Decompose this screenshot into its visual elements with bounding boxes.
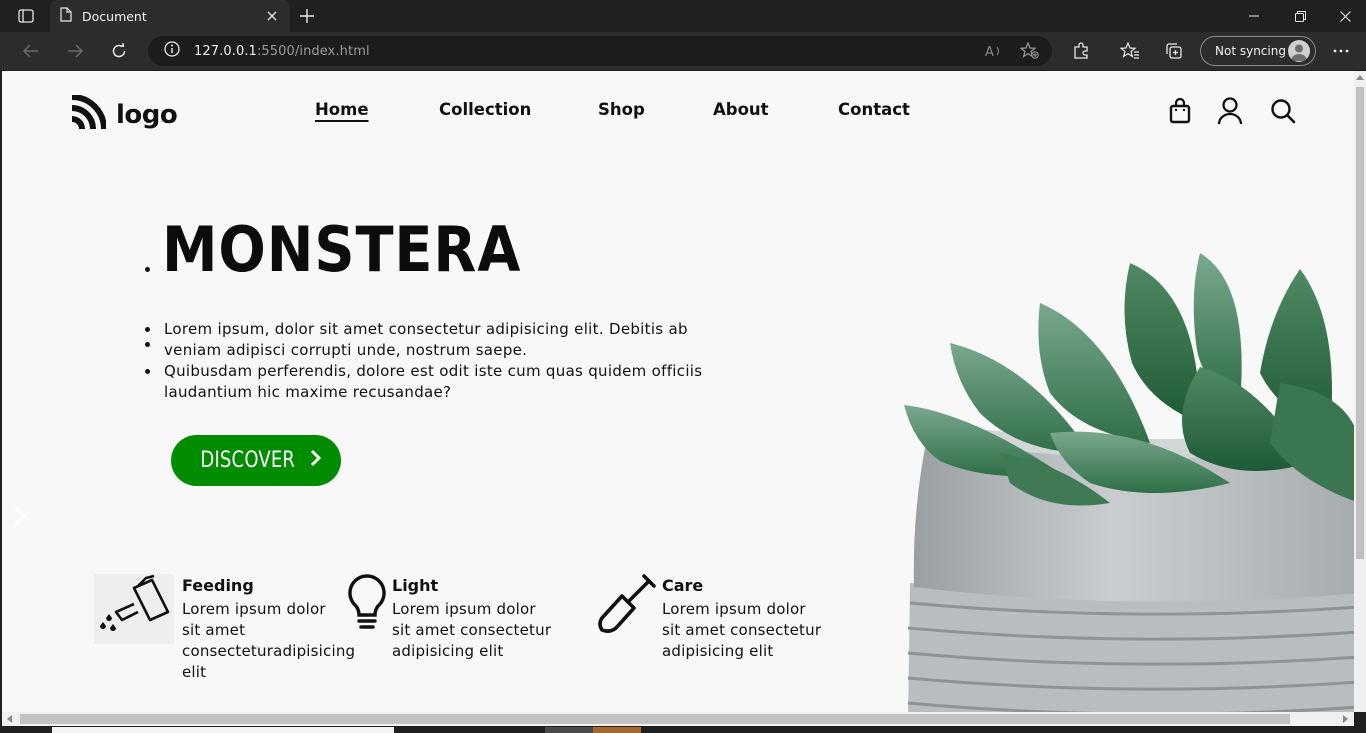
favorites-icon[interactable] (1119, 41, 1141, 61)
search-icon[interactable] (1268, 96, 1298, 126)
hero-title: MONSTERA (162, 213, 522, 286)
scroll-left-arrow-icon[interactable] (7, 715, 12, 723)
profile-sync-button[interactable]: Not syncing (1200, 36, 1316, 66)
hero-line-1: Lorem ipsum, dolor sit amet consectetur … (164, 320, 688, 338)
minimize-icon[interactable] (1231, 0, 1277, 32)
logo-rss-icon (70, 94, 107, 135)
feature-text-feeding: Lorem ipsum dolor sit amet consecteturad… (182, 599, 355, 683)
scroll-up-arrow-icon[interactable] (1356, 75, 1364, 80)
slider-next-arrow-icon[interactable] (10, 503, 28, 529)
feature-line: Lorem ipsum dolor (182, 600, 326, 618)
scroll-right-arrow-icon[interactable] (1343, 715, 1348, 723)
feature-text-care: Lorem ipsum dolor sit amet consectetur a… (662, 599, 821, 662)
logo-text: logo (116, 100, 178, 130)
horizontal-scroll-thumb[interactable] (20, 714, 1290, 724)
vertical-scroll-thumb[interactable] (1356, 87, 1364, 559)
watering-can-icon (94, 574, 174, 644)
feature-line: sit amet consectetur (392, 621, 552, 639)
discover-label: DISCOVER (200, 448, 296, 473)
feature-text-light: Lorem ipsum dolor sit amet consectetur a… (392, 599, 551, 662)
address-bar[interactable]: 127.0.0.1:5500/index.html A (148, 36, 1052, 66)
back-icon[interactable] (17, 38, 45, 64)
add-favorite-icon[interactable] (1020, 42, 1040, 60)
svg-text:A: A (985, 45, 994, 59)
list-bullet (145, 342, 150, 347)
nav-collection[interactable]: Collection (439, 100, 531, 119)
feature-line: sit amet consectetur (662, 621, 822, 639)
chevron-right-icon (310, 448, 322, 473)
site-logo[interactable]: logo (70, 94, 178, 135)
nav-contact[interactable]: Contact (838, 100, 910, 119)
feature-line: consecteturadipisicing (182, 642, 356, 660)
site-info-icon[interactable] (164, 41, 180, 61)
url-host: 127.0.0.1 (194, 43, 257, 59)
hero-line-2: veniam adipisci corrupti unde, nostrum s… (164, 341, 528, 359)
hero-line-3: Quibusdam perferendis, dolore est odit i… (164, 362, 703, 380)
succulent-pot-image (904, 253, 1354, 712)
feature-line: Lorem ipsum dolor (392, 600, 536, 618)
nav-home[interactable]: Home (315, 100, 369, 119)
sync-label: Not syncing (1215, 44, 1286, 58)
feature-line: elit (182, 663, 207, 681)
new-tab-icon[interactable] (296, 6, 318, 26)
feature-title-light: Light (392, 576, 439, 595)
nav-about[interactable]: About (713, 100, 769, 119)
shovel-icon (596, 572, 658, 640)
feature-line: adipisicing elit (392, 642, 504, 660)
user-icon[interactable] (1215, 96, 1245, 126)
vertical-scrollbar[interactable] (1354, 71, 1366, 712)
discover-button[interactable]: DISCOVER (171, 435, 341, 486)
feature-line: adipisicing elit (662, 642, 774, 660)
more-menu-icon[interactable] (1330, 41, 1352, 61)
taskbar-edge (0, 726, 1366, 733)
shopping-bag-icon[interactable] (1165, 96, 1195, 126)
feature-title-feeding: Feeding (182, 576, 254, 595)
forward-icon[interactable] (61, 38, 89, 64)
close-window-icon[interactable] (1322, 0, 1366, 32)
feature-title-care: Care (662, 576, 704, 595)
refresh-icon[interactable] (105, 38, 133, 64)
list-bullet (145, 369, 150, 374)
feature-line: Lorem ipsum dolor (662, 600, 806, 618)
tab-title: Document (82, 8, 147, 24)
collections-icon[interactable] (1163, 41, 1185, 61)
browser-tab-bar: Document (0, 0, 1366, 32)
extensions-icon[interactable] (1070, 41, 1092, 61)
close-tab-icon[interactable] (264, 8, 280, 24)
restore-icon[interactable] (1277, 0, 1323, 32)
url-path: :5500/index.html (256, 43, 370, 59)
read-aloud-icon[interactable]: A (984, 42, 1004, 60)
document-icon (60, 6, 72, 26)
browser-toolbar: 127.0.0.1:5500/index.html A Not syncing (0, 32, 1366, 70)
horizontal-scrollbar[interactable] (2, 712, 1354, 726)
avatar (1288, 40, 1310, 62)
feature-line: sit amet (182, 621, 246, 639)
title-bullet (145, 267, 150, 272)
page-viewport: logo Home Collection Shop About Contact … (2, 71, 1354, 712)
hero-line-4: laudantium hic maxime recusandae? (164, 383, 452, 401)
url-text: 127.0.0.1:5500/index.html (194, 44, 370, 59)
browser-tab-active[interactable]: Document (50, 0, 290, 32)
list-bullet (145, 327, 150, 332)
nav-shop[interactable]: Shop (598, 100, 645, 119)
tab-actions-icon[interactable] (12, 6, 40, 26)
lightbulb-icon (346, 573, 388, 635)
